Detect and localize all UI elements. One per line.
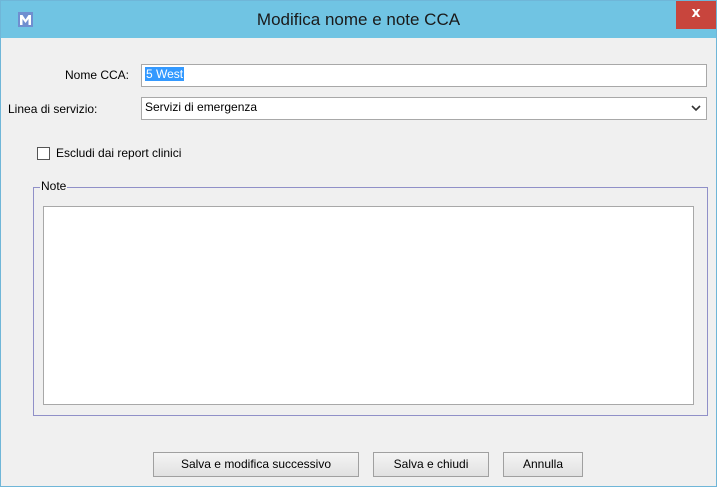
escludi-report-checkbox[interactable] [37,147,50,160]
save-and-edit-next-button[interactable]: Salva e modifica successivo [153,452,359,477]
title-bar[interactable]: Modifica nome e note CCA x [1,1,716,38]
window-title: Modifica nome e note CCA [256,10,461,29]
escludi-report-label[interactable]: Escludi dai report clinici [56,146,181,160]
nome-cca-input[interactable]: 5 West [141,64,707,87]
chevron-down-icon [691,105,701,112]
linea-servizio-select[interactable]: Servizi di emergenza [141,97,707,120]
cancel-button[interactable]: Annulla [503,452,583,477]
dialog-window: Modifica nome e note CCA x Nome CCA: 5 W… [0,0,717,487]
nome-cca-value: 5 West [145,67,185,81]
linea-servizio-label: Linea di servizio: [8,102,98,116]
note-legend: Note [40,179,68,193]
note-textarea[interactable] [43,206,694,405]
linea-servizio-value: Servizi di emergenza [145,100,258,114]
close-icon: x [691,5,701,21]
close-button[interactable]: x [676,1,716,29]
nome-cca-label: Nome CCA: [65,68,130,82]
save-and-close-button[interactable]: Salva e chiudi [373,452,489,477]
